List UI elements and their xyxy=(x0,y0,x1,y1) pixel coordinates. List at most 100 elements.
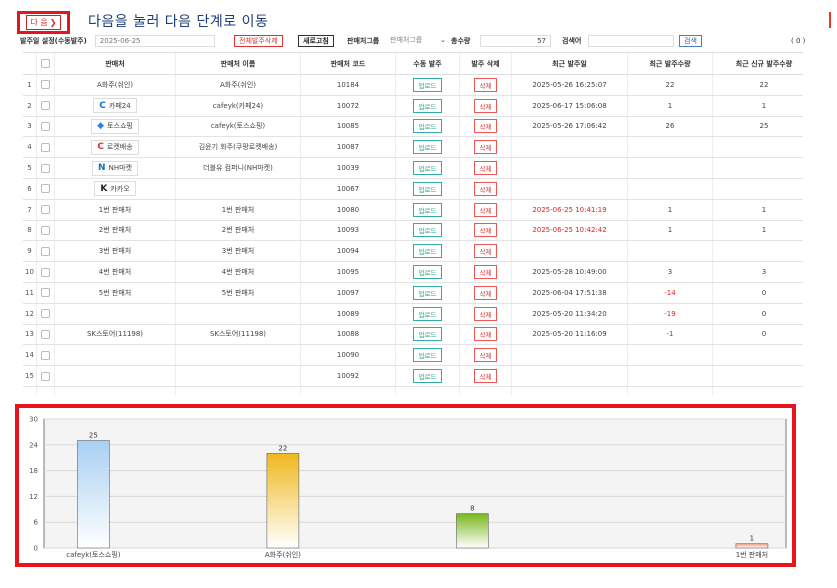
upload-button[interactable]: 업로드 xyxy=(412,140,443,155)
table-row[interactable]: 6 K 카카오 10067 업로드 삭제 xyxy=(23,178,803,200)
chevron-down-icon: ⌄ xyxy=(440,36,446,44)
upload-button[interactable]: 업로드 xyxy=(412,348,443,363)
row-checkbox[interactable] xyxy=(41,350,50,360)
store-logo-icon: C xyxy=(99,100,106,111)
store-name-cell: 1번 판매처 xyxy=(176,199,301,220)
header-store[interactable]: 판매처 xyxy=(55,53,176,74)
table-row[interactable]: 1 A화주(쉬인) A화주(쉬인) 10184 업로드 삭제 2025-05-26 16:2… xyxy=(23,75,803,96)
row-checkbox[interactable] xyxy=(41,205,50,215)
delete-button[interactable]: 삭제 xyxy=(473,327,498,342)
row-checkbox[interactable] xyxy=(41,142,50,152)
delete-button[interactable]: 삭제 xyxy=(473,140,498,155)
total-quantity-field[interactable]: 57 xyxy=(480,35,551,47)
recent-order-qty-cell xyxy=(628,366,713,386)
row-checkbox[interactable] xyxy=(41,184,50,194)
delete-button[interactable]: 삭제 xyxy=(473,244,498,259)
store-name-cell: SK스토어(11198) xyxy=(176,324,301,345)
header-manual-order[interactable]: 수동 발주 xyxy=(396,53,460,74)
row-number: 9 xyxy=(23,241,37,262)
row-checkbox[interactable] xyxy=(41,80,50,90)
delete-button[interactable]: 삭제 xyxy=(473,285,498,300)
row-checkbox[interactable] xyxy=(41,288,50,298)
upload-button[interactable]: 업로드 xyxy=(412,265,443,280)
row-checkbox[interactable] xyxy=(41,163,50,173)
search-input[interactable] xyxy=(588,35,674,47)
delete-button[interactable]: 삭제 xyxy=(473,161,498,176)
row-checkbox[interactable] xyxy=(41,309,50,319)
row-checkbox[interactable] xyxy=(41,225,50,235)
delete-button[interactable]: 삭제 xyxy=(473,306,498,321)
table-row[interactable]: 14 10090 업로드 삭제 xyxy=(23,345,803,367)
upload-button[interactable]: 업로드 xyxy=(412,202,443,217)
header-store-code[interactable]: 판매처 코드 xyxy=(301,53,396,74)
table-row[interactable]: 2 C 카페24 cafeyk(카페24) 10072 업로드 삭제 2025-06-17 1… xyxy=(23,95,803,117)
bar xyxy=(735,543,769,549)
delete-button[interactable]: 삭제 xyxy=(473,98,498,113)
refresh-button[interactable]: 새로고침 xyxy=(298,35,334,47)
next-button-inner[interactable]: 다 음 ❯ xyxy=(25,15,62,30)
store-group-select[interactable]: 판매처그룹 ⌄ xyxy=(388,35,448,47)
delete-button[interactable]: 삭제 xyxy=(473,348,498,363)
row-checkbox[interactable] xyxy=(41,329,50,339)
header-recent-order-date[interactable]: 최근 발주일 xyxy=(512,53,628,74)
table-row[interactable] xyxy=(23,386,803,395)
recent-order-date-cell xyxy=(512,345,628,366)
recent-new-order-qty-cell: 25 xyxy=(713,117,803,137)
upload-button[interactable]: 업로드 xyxy=(412,327,443,342)
select-all-checkbox[interactable] xyxy=(41,59,50,68)
table-row[interactable]: 3 ◆ 토스쇼핑 cafeyk(토스쇼핑) 10085 업로드 삭제 2025-05-26 1… xyxy=(23,116,803,138)
row-checkbox-cell xyxy=(37,386,55,395)
store-name-cell: cafeyk(토스쇼핑) xyxy=(176,116,301,137)
recent-new-order-qty-cell: 22 xyxy=(713,75,803,95)
upload-button[interactable]: 업로드 xyxy=(412,119,443,134)
row-number xyxy=(23,386,37,395)
delete-button[interactable]: 삭제 xyxy=(473,223,498,238)
upload-button[interactable]: 업로드 xyxy=(412,244,443,259)
table-row[interactable]: 10 4번 판매처 4번 판매처 10095 업로드 삭제 2025-05-28 10:49… xyxy=(23,262,803,283)
table-row[interactable]: 8 2번 판매처 2번 판매처 10093 업로드 삭제 2025-06-25 10:42:… xyxy=(23,220,803,242)
delete-button[interactable]: 삭제 xyxy=(473,119,498,134)
next-button[interactable]: 다 음 ❯ xyxy=(17,11,70,34)
store-label: 카페24 xyxy=(108,101,131,110)
table-row[interactable]: 9 3번 판매처 3번 판매처 10094 업로드 삭제 xyxy=(23,241,803,263)
upload-button[interactable]: 업로드 xyxy=(412,98,443,113)
table-row[interactable]: 5 N NH마켓 더블유 컴퍼니(NH마켓) 10039 업로드 삭제 xyxy=(23,158,803,179)
table-row[interactable]: 13 SK스토어(11198) SK스토어(11198) 10088 업로드 삭제 2025… xyxy=(23,324,803,346)
row-checkbox[interactable] xyxy=(41,246,50,256)
header-store-name[interactable]: 판매처 이름 xyxy=(176,53,301,74)
delete-button[interactable]: 삭제 xyxy=(473,77,498,92)
table-row[interactable]: 4 C 로켓배송 김윤기 화주(쿠팡로켓배송) 10087 업로드 삭제 xyxy=(23,137,803,159)
upload-button[interactable]: 업로드 xyxy=(412,77,443,92)
upload-button[interactable]: 업로드 xyxy=(412,285,443,300)
delete-button[interactable]: 삭제 xyxy=(473,265,498,280)
header-order-delete[interactable]: 발주 삭제 xyxy=(460,53,512,74)
upload-button[interactable]: 업로드 xyxy=(412,161,443,176)
row-checkbox-cell xyxy=(37,345,55,366)
delete-button[interactable]: 삭제 xyxy=(473,181,498,196)
table-row[interactable]: 11 5번 판매처 5번 판매처 10097 업로드 삭제 2025-06-04 17:51… xyxy=(23,282,803,304)
delete-all-orders-button[interactable]: 전체발주삭제 xyxy=(234,35,283,47)
delete-button[interactable]: 삭제 xyxy=(473,202,498,217)
header-recent-order-qty[interactable]: 최근 발주수량 xyxy=(628,53,713,74)
upload-button[interactable]: 업로드 xyxy=(412,306,443,321)
order-date-input[interactable]: 2025-06-25 xyxy=(94,35,215,47)
row-checkbox[interactable] xyxy=(41,101,50,111)
row-number: 10 xyxy=(23,262,37,282)
delete-button[interactable]: 삭제 xyxy=(473,369,498,384)
table-row[interactable]: 7 1번 판매처 1번 판매처 10080 업로드 삭제 2025-06-25 10:41:… xyxy=(23,199,803,221)
store-cell: 3번 판매처 xyxy=(55,241,176,262)
header-recent-new-order-qty[interactable]: 최근 신규 발주수량 xyxy=(713,53,803,74)
row-checkbox[interactable] xyxy=(41,267,50,277)
table-row[interactable]: 15 10092 업로드 삭제 xyxy=(23,366,803,387)
upload-button[interactable]: 업로드 xyxy=(412,181,443,196)
recent-order-date-cell: 2025-05-20 11:16:09 xyxy=(512,324,628,345)
store-cell: 2번 판매처 xyxy=(55,220,176,241)
search-button[interactable]: 검색 xyxy=(679,35,702,47)
row-checkbox[interactable] xyxy=(41,121,50,131)
upload-button[interactable]: 업로드 xyxy=(412,369,443,384)
table-row[interactable]: 12 10089 업로드 삭제 2025-05-20 11:34:20 -19 0 xyxy=(23,303,803,325)
upload-button[interactable]: 업로드 xyxy=(412,223,443,238)
x-tick-label: A화주(쉬인) xyxy=(265,550,301,559)
store-label: NH마켓 xyxy=(108,164,132,173)
row-checkbox[interactable] xyxy=(41,371,50,381)
